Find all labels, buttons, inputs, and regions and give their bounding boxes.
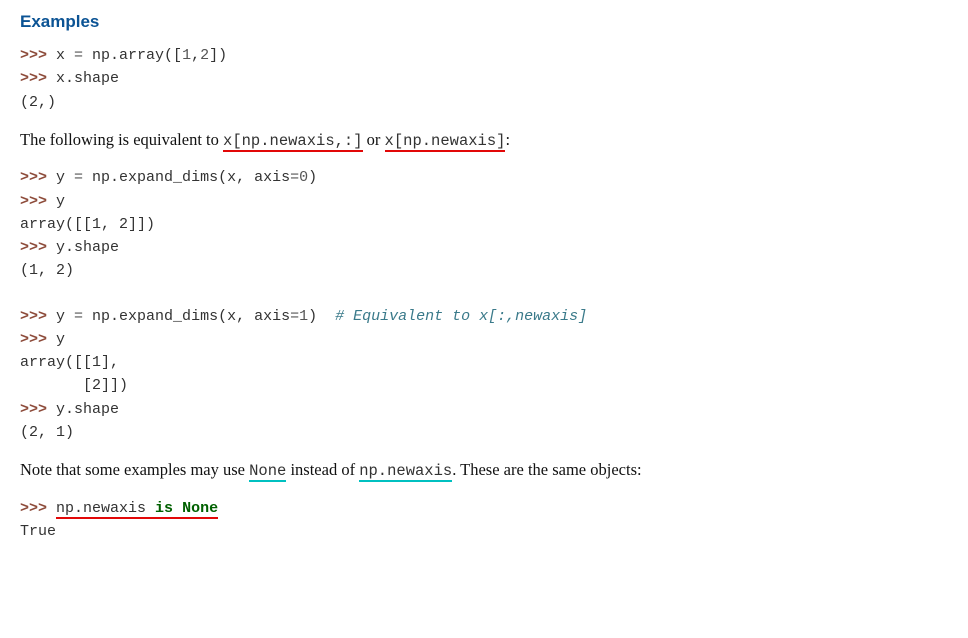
code-output: array([[1], bbox=[20, 354, 119, 371]
inline-code: np.newaxis bbox=[359, 462, 452, 482]
paragraph-2: Note that some examples may use None ins… bbox=[20, 458, 948, 483]
prompt-marker: >>> bbox=[20, 47, 56, 64]
prompt-marker: >>> bbox=[20, 401, 56, 418]
code-text: y bbox=[56, 308, 74, 325]
code-comment: # Equivalent to x[:,newaxis] bbox=[335, 308, 587, 325]
code-block-4: >>> np.newaxis is None True bbox=[20, 497, 948, 544]
code-block-3: >>> y = np.expand_dims(x, axis=1) # Equi… bbox=[20, 305, 948, 445]
inline-code: None bbox=[249, 462, 286, 482]
code-text: y.shape bbox=[56, 239, 119, 256]
inline-code: x[np.newaxis,:] bbox=[223, 132, 363, 152]
code-text bbox=[173, 500, 182, 519]
inline-code: x[np.newaxis] bbox=[385, 132, 506, 152]
code-keyword: is bbox=[155, 500, 173, 519]
code-text: y.shape bbox=[56, 401, 119, 418]
code-text: ]) bbox=[209, 47, 227, 64]
code-text: np.array([ bbox=[92, 47, 182, 64]
prompt-marker: >>> bbox=[20, 193, 56, 210]
code-text: np.expand_dims(x, axis bbox=[92, 169, 290, 186]
section-heading: Examples bbox=[20, 12, 948, 32]
code-text: ) bbox=[308, 308, 335, 325]
code-output: True bbox=[20, 523, 56, 540]
code-block-2: >>> y = np.expand_dims(x, axis=0) >>> y … bbox=[20, 166, 948, 282]
code-text: y bbox=[56, 331, 65, 348]
paragraph-1: The following is equivalent to x[np.newa… bbox=[20, 128, 948, 153]
prose-text: instead of bbox=[286, 460, 359, 479]
code-block-1: >>> x = np.array([1,2]) >>> x.shape (2,) bbox=[20, 44, 948, 114]
code-constant: None bbox=[182, 500, 218, 519]
code-text: = bbox=[290, 169, 299, 186]
code-output: array([[1, 2]]) bbox=[20, 216, 155, 233]
code-text: ) bbox=[308, 169, 317, 186]
prompt-marker: >>> bbox=[20, 169, 56, 186]
code-output: (2,) bbox=[20, 94, 56, 111]
code-output: (1, 2) bbox=[20, 262, 74, 279]
prose-text: : bbox=[505, 130, 510, 149]
code-text: np.expand_dims(x, axis bbox=[92, 308, 290, 325]
code-text: 2 bbox=[200, 47, 209, 64]
code-text: 0 bbox=[299, 169, 308, 186]
code-text: , bbox=[191, 47, 200, 64]
prompt-marker: >>> bbox=[20, 70, 56, 87]
prompt-marker: >>> bbox=[20, 308, 56, 325]
prose-text: or bbox=[363, 130, 385, 149]
prose-text: Note that some examples may use bbox=[20, 460, 249, 479]
code-output: [2]]) bbox=[20, 377, 128, 394]
code-text: 1 bbox=[182, 47, 191, 64]
code-text: y bbox=[56, 169, 74, 186]
prose-text: The following is equivalent to bbox=[20, 130, 223, 149]
prose-text: . These are the same objects: bbox=[452, 460, 641, 479]
code-text: = bbox=[290, 308, 299, 325]
code-text: = bbox=[74, 47, 92, 64]
code-text: = bbox=[74, 169, 92, 186]
code-text: x.shape bbox=[56, 70, 119, 87]
code-text: np.newaxis bbox=[56, 500, 155, 519]
code-text: x bbox=[56, 47, 74, 64]
prompt-marker: >>> bbox=[20, 239, 56, 256]
prompt-marker: >>> bbox=[20, 500, 56, 517]
code-text: y bbox=[56, 193, 65, 210]
prompt-marker: >>> bbox=[20, 331, 56, 348]
code-text: 1 bbox=[299, 308, 308, 325]
code-text: = bbox=[74, 308, 92, 325]
code-output: (2, 1) bbox=[20, 424, 74, 441]
